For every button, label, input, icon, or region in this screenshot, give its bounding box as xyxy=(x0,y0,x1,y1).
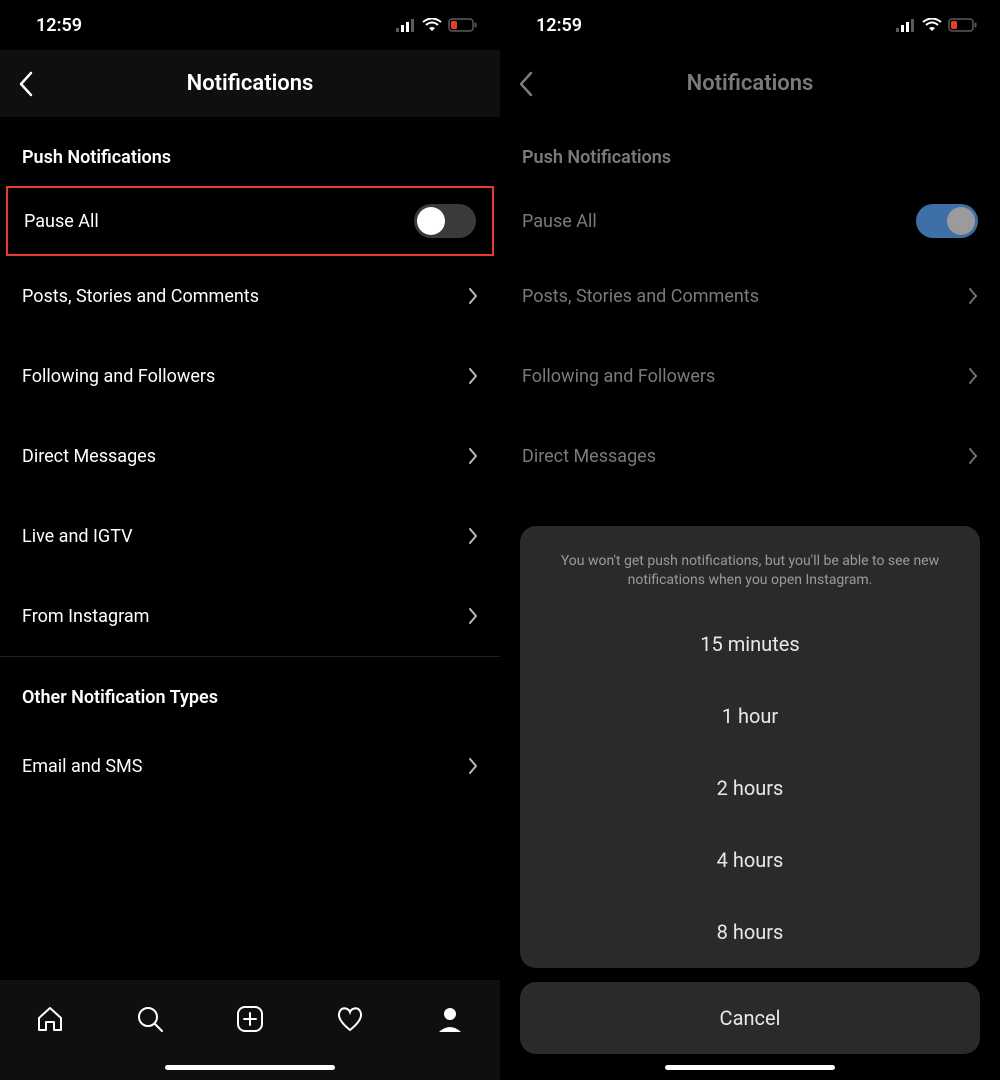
clock: 12:59 xyxy=(536,15,582,36)
pause-all-toggle[interactable] xyxy=(414,204,476,238)
status-icons xyxy=(896,18,978,32)
row-direct-messages[interactable]: Direct Messages xyxy=(500,416,1000,496)
wifi-icon xyxy=(922,18,942,32)
page-title: Notifications xyxy=(0,71,500,96)
status-icons xyxy=(396,18,478,32)
chevron-right-icon xyxy=(468,447,478,465)
chevron-right-icon xyxy=(468,367,478,385)
row-label: Following and Followers xyxy=(522,366,968,387)
activity-icon[interactable] xyxy=(335,1004,365,1034)
row-pause-all[interactable]: Pause All xyxy=(500,186,1000,256)
row-label: Direct Messages xyxy=(522,446,968,467)
home-icon[interactable] xyxy=(35,1004,65,1034)
search-icon[interactable] xyxy=(135,1004,165,1034)
chevron-right-icon xyxy=(468,757,478,775)
chevron-right-icon xyxy=(468,527,478,545)
chevron-right-icon xyxy=(968,367,978,385)
back-button[interactable] xyxy=(518,71,534,97)
row-pause-all[interactable]: Pause All xyxy=(6,186,494,256)
pause-all-toggle[interactable] xyxy=(916,204,978,238)
cellular-icon xyxy=(896,18,916,32)
row-label: Email and SMS xyxy=(22,756,468,777)
option-2-hours[interactable]: 2 hours xyxy=(520,752,980,824)
sheet-message: You won't get push notifications, but yo… xyxy=(520,526,980,608)
phone-right: 12:59 Notifications Push Notifications P… xyxy=(500,0,1000,1080)
phone-left: 12:59 Notifications Push Notifications P… xyxy=(0,0,500,1080)
chevron-right-icon xyxy=(468,607,478,625)
option-8-hours[interactable]: 8 hours xyxy=(520,896,980,968)
option-1-hour[interactable]: 1 hour xyxy=(520,680,980,752)
row-live-igtv[interactable]: Live and IGTV xyxy=(0,496,500,576)
pause-all-label: Pause All xyxy=(522,211,916,232)
row-email-sms[interactable]: Email and SMS xyxy=(0,726,500,806)
chevron-right-icon xyxy=(968,447,978,465)
section-other-notification-types: Other Notification Types xyxy=(0,657,500,726)
nav-header: Notifications xyxy=(0,50,500,117)
status-bar: 12:59 xyxy=(500,0,1000,50)
battery-icon xyxy=(948,18,978,32)
action-sheet-container: You won't get push notifications, but yo… xyxy=(500,526,1000,1080)
home-indicator[interactable] xyxy=(665,1065,835,1070)
row-posts-stories-comments[interactable]: Posts, Stories and Comments xyxy=(500,256,1000,336)
option-15-minutes[interactable]: 15 minutes xyxy=(520,608,980,680)
back-button[interactable] xyxy=(18,71,34,97)
nav-header: Notifications xyxy=(500,50,1000,117)
row-following-followers[interactable]: Following and Followers xyxy=(0,336,500,416)
chevron-right-icon xyxy=(968,287,978,305)
row-label: From Instagram xyxy=(22,606,468,627)
home-indicator[interactable] xyxy=(165,1065,335,1070)
cellular-icon xyxy=(396,18,416,32)
pause-all-label: Pause All xyxy=(24,211,414,232)
section-push-notifications: Push Notifications xyxy=(500,117,1000,186)
row-from-instagram[interactable]: From Instagram xyxy=(0,576,500,656)
toggle-knob xyxy=(947,207,975,235)
wifi-icon xyxy=(422,18,442,32)
battery-icon xyxy=(448,18,478,32)
option-4-hours[interactable]: 4 hours xyxy=(520,824,980,896)
create-icon[interactable] xyxy=(235,1004,265,1034)
row-label: Posts, Stories and Comments xyxy=(22,286,468,307)
action-sheet: You won't get push notifications, but yo… xyxy=(520,526,980,968)
row-direct-messages[interactable]: Direct Messages xyxy=(0,416,500,496)
page-title: Notifications xyxy=(500,71,1000,96)
cancel-button[interactable]: Cancel xyxy=(520,982,980,1054)
row-label: Following and Followers xyxy=(22,366,468,387)
section-push-notifications: Push Notifications xyxy=(0,117,500,186)
profile-icon[interactable] xyxy=(435,1004,465,1034)
toggle-knob xyxy=(417,207,445,235)
row-posts-stories-comments[interactable]: Posts, Stories and Comments xyxy=(0,256,500,336)
row-label: Posts, Stories and Comments xyxy=(522,286,968,307)
chevron-right-icon xyxy=(468,287,478,305)
row-label: Direct Messages xyxy=(22,446,468,467)
row-label: Live and IGTV xyxy=(22,526,468,547)
clock: 12:59 xyxy=(36,15,82,36)
status-bar: 12:59 xyxy=(0,0,500,50)
row-following-followers[interactable]: Following and Followers xyxy=(500,336,1000,416)
